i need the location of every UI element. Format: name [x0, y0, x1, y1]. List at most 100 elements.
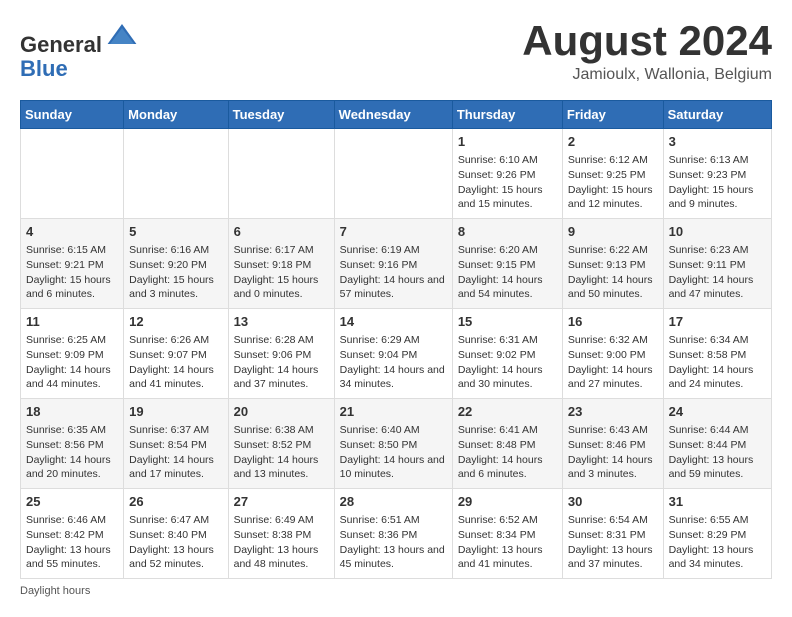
day-of-week-header: Monday	[124, 101, 228, 129]
calendar-day-cell: 10Sunrise: 6:23 AMSunset: 9:11 PMDayligh…	[663, 219, 771, 309]
day-of-week-header: Thursday	[452, 101, 562, 129]
day-info: Sunrise: 6:13 AMSunset: 9:23 PMDaylight:…	[669, 153, 766, 212]
day-info: Sunrise: 6:40 AMSunset: 8:50 PMDaylight:…	[340, 423, 447, 482]
calendar-day-cell: 3 Sunrise: 6:13 AMSunset: 9:23 PMDaylight…	[663, 129, 771, 219]
calendar-day-cell: 15 Sunrise: 6:31 AMSunset: 9:02 PMDayligh…	[452, 309, 562, 399]
day-info: Sunrise: 6:43 AMSunset: 8:46 PMDaylight:…	[568, 423, 658, 482]
day-info: Sunrise: 6:29 AMSunset: 9:04 PMDaylight:…	[340, 333, 447, 392]
calendar-day-cell	[228, 129, 334, 219]
calendar-day-cell: 4Sunrise: 6:15 AMSunset: 9:21 PMDaylight…	[21, 219, 124, 309]
location: Jamioulx, Wallonia, Belgium	[522, 66, 772, 84]
day-number: 5	[129, 223, 222, 241]
month-title: August 2024	[522, 20, 772, 62]
day-number: 9	[568, 223, 658, 241]
calendar-day-cell: 27Sunrise: 6:49 AMSunset: 8:38 PMDayligh…	[228, 489, 334, 579]
day-number: 3	[669, 133, 766, 151]
title-block: August 2024 Jamioulx, Wallonia, Belgium	[522, 20, 772, 84]
calendar-day-cell: 2Sunrise: 6:12 AMSunset: 9:25 PMDaylight…	[562, 129, 663, 219]
day-number: 8	[458, 223, 557, 241]
calendar-week-row: 11 Sunrise: 6:25 AMSunset: 9:09 PMDayligh…	[21, 309, 772, 399]
day-info: Sunrise: 6:52 AMSunset: 8:34 PMDaylight:…	[458, 513, 557, 572]
calendar-day-cell: 24Sunrise: 6:44 AMSunset: 8:44 PMDayligh…	[663, 399, 771, 489]
day-info: Sunrise: 6:49 AMSunset: 8:38 PMDaylight:…	[234, 513, 329, 572]
calendar-day-cell: 22Sunrise: 6:41 AMSunset: 8:48 PMDayligh…	[452, 399, 562, 489]
day-of-week-header: Friday	[562, 101, 663, 129]
calendar-day-cell: 9 Sunrise: 6:22 AMSunset: 9:13 PMDaylight…	[562, 219, 663, 309]
day-number: 4	[26, 223, 118, 241]
day-number: 17	[669, 313, 766, 331]
day-number: 1	[458, 133, 557, 151]
day-info: Sunrise: 6:16 AMSunset: 9:20 PMDaylight:…	[129, 243, 222, 302]
calendar-week-row: 18Sunrise: 6:35 AMSunset: 8:56 PMDayligh…	[21, 399, 772, 489]
day-number: 20	[234, 403, 329, 421]
day-info: Sunrise: 6:12 AMSunset: 9:25 PMDaylight:…	[568, 153, 658, 212]
day-number: 12	[129, 313, 222, 331]
day-number: 25	[26, 493, 118, 511]
logo-general: General	[20, 32, 102, 57]
day-of-week-header: Saturday	[663, 101, 771, 129]
day-number: 31	[669, 493, 766, 511]
day-number: 28	[340, 493, 447, 511]
day-number: 6	[234, 223, 329, 241]
logo: General Blue	[20, 20, 138, 81]
day-number: 29	[458, 493, 557, 511]
calendar-week-row: 4Sunrise: 6:15 AMSunset: 9:21 PMDaylight…	[21, 219, 772, 309]
logo-blue: Blue	[20, 56, 68, 81]
day-number: 7	[340, 223, 447, 241]
day-number: 11	[26, 313, 118, 331]
day-number: 30	[568, 493, 658, 511]
day-number: 13	[234, 313, 329, 331]
day-info: Sunrise: 6:51 AMSunset: 8:36 PMDaylight:…	[340, 513, 447, 572]
calendar-day-cell: 23 Sunrise: 6:43 AMSunset: 8:46 PMDayligh…	[562, 399, 663, 489]
calendar-day-cell: 16Sunrise: 6:32 AMSunset: 9:00 PMDayligh…	[562, 309, 663, 399]
day-info: Sunrise: 6:20 AMSunset: 9:15 PMDaylight:…	[458, 243, 557, 302]
day-number: 14	[340, 313, 447, 331]
calendar-day-cell: 20 Sunrise: 6:38 AMSunset: 8:52 PMDayligh…	[228, 399, 334, 489]
footer: Daylight hours	[20, 585, 772, 597]
calendar-day-cell: 12 Sunrise: 6:26 AMSunset: 9:07 PMDayligh…	[124, 309, 228, 399]
day-info: Sunrise: 6:28 AMSunset: 9:06 PMDaylight:…	[234, 333, 329, 392]
day-info: Sunrise: 6:38 AMSunset: 8:52 PMDaylight:…	[234, 423, 329, 482]
calendar-day-cell: 5 Sunrise: 6:16 AMSunset: 9:20 PMDaylight…	[124, 219, 228, 309]
calendar-week-row: 25Sunrise: 6:46 AMSunset: 8:42 PMDayligh…	[21, 489, 772, 579]
calendar-day-cell: 18Sunrise: 6:35 AMSunset: 8:56 PMDayligh…	[21, 399, 124, 489]
calendar-day-cell: 17 Sunrise: 6:34 AMSunset: 8:58 PMDayligh…	[663, 309, 771, 399]
calendar-day-cell: 30 Sunrise: 6:54 AMSunset: 8:31 PMDayligh…	[562, 489, 663, 579]
day-info: Sunrise: 6:34 AMSunset: 8:58 PMDaylight:…	[669, 333, 766, 392]
calendar-day-cell: 11 Sunrise: 6:25 AMSunset: 9:09 PMDayligh…	[21, 309, 124, 399]
day-info: Sunrise: 6:17 AMSunset: 9:18 PMDaylight:…	[234, 243, 329, 302]
calendar-day-cell: 28 Sunrise: 6:51 AMSunset: 8:36 PMDayligh…	[334, 489, 452, 579]
day-number: 21	[340, 403, 447, 421]
day-of-week-header: Tuesday	[228, 101, 334, 129]
calendar-day-cell: 6 Sunrise: 6:17 AMSunset: 9:18 PMDaylight…	[228, 219, 334, 309]
day-info: Sunrise: 6:23 AMSunset: 9:11 PMDaylight:…	[669, 243, 766, 302]
calendar-day-cell: 25Sunrise: 6:46 AMSunset: 8:42 PMDayligh…	[21, 489, 124, 579]
calendar-day-cell	[21, 129, 124, 219]
day-number: 19	[129, 403, 222, 421]
page-header: General Blue August 2024 Jamioulx, Wallo…	[20, 20, 772, 84]
day-info: Sunrise: 6:10 AMSunset: 9:26 PMDaylight:…	[458, 153, 557, 212]
day-info: Sunrise: 6:31 AMSunset: 9:02 PMDaylight:…	[458, 333, 557, 392]
calendar-day-cell: 21 Sunrise: 6:40 AMSunset: 8:50 PMDayligh…	[334, 399, 452, 489]
day-number: 15	[458, 313, 557, 331]
day-of-week-header: Wednesday	[334, 101, 452, 129]
day-info: Sunrise: 6:25 AMSunset: 9:09 PMDaylight:…	[26, 333, 118, 392]
day-number: 18	[26, 403, 118, 421]
day-number: 16	[568, 313, 658, 331]
day-info: Sunrise: 6:54 AMSunset: 8:31 PMDaylight:…	[568, 513, 658, 572]
calendar-day-cell: 31Sunrise: 6:55 AMSunset: 8:29 PMDayligh…	[663, 489, 771, 579]
calendar-day-cell: 14 Sunrise: 6:29 AMSunset: 9:04 PMDayligh…	[334, 309, 452, 399]
day-info: Sunrise: 6:22 AMSunset: 9:13 PMDaylight:…	[568, 243, 658, 302]
logo-icon	[106, 20, 138, 52]
calendar-day-cell: 13 Sunrise: 6:28 AMSunset: 9:06 PMDayligh…	[228, 309, 334, 399]
daylight-label: Daylight hours	[20, 585, 90, 597]
day-info: Sunrise: 6:41 AMSunset: 8:48 PMDaylight:…	[458, 423, 557, 482]
day-info: Sunrise: 6:26 AMSunset: 9:07 PMDaylight:…	[129, 333, 222, 392]
day-number: 23	[568, 403, 658, 421]
calendar-header-row: SundayMondayTuesdayWednesdayThursdayFrid…	[21, 101, 772, 129]
day-info: Sunrise: 6:37 AMSunset: 8:54 PMDaylight:…	[129, 423, 222, 482]
day-info: Sunrise: 6:19 AMSunset: 9:16 PMDaylight:…	[340, 243, 447, 302]
day-info: Sunrise: 6:47 AMSunset: 8:40 PMDaylight:…	[129, 513, 222, 572]
calendar-day-cell: 8 Sunrise: 6:20 AMSunset: 9:15 PMDaylight…	[452, 219, 562, 309]
calendar-day-cell: 19 Sunrise: 6:37 AMSunset: 8:54 PMDayligh…	[124, 399, 228, 489]
